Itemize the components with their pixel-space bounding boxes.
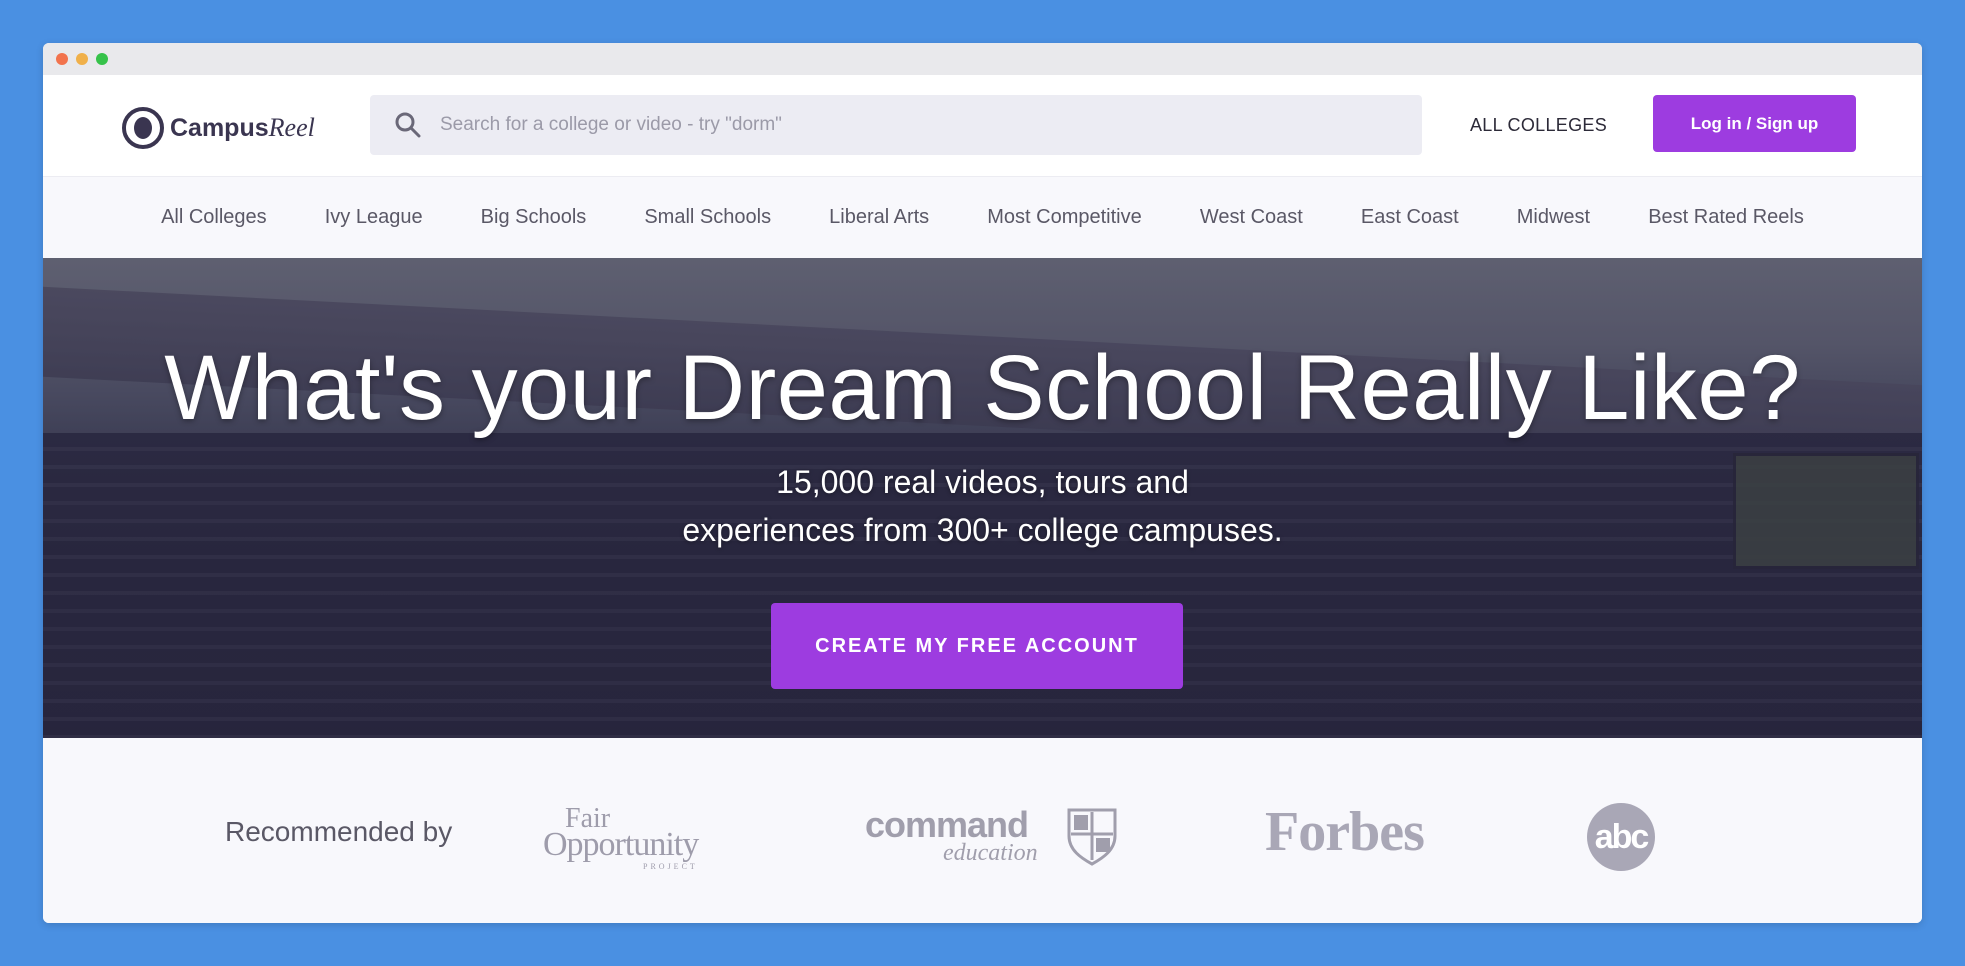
category-nav: All Colleges Ivy League Big Schools Smal… <box>43 177 1922 258</box>
camera-lens-icon <box>122 107 164 149</box>
command-logo-line2: education <box>943 840 1038 866</box>
category-best-rated-reels[interactable]: Best Rated Reels <box>1648 206 1804 229</box>
minimize-window-button[interactable] <box>76 53 88 65</box>
logo-text: CampusReel <box>170 113 315 143</box>
logo-text-italic: Reel <box>268 113 315 142</box>
search-input[interactable] <box>438 113 1342 137</box>
forbes-logo: Forbes <box>1265 801 1425 863</box>
category-most-competitive[interactable]: Most Competitive <box>987 206 1142 229</box>
category-liberal-arts[interactable]: Liberal Arts <box>829 206 929 229</box>
category-big-schools[interactable]: Big Schools <box>481 206 587 229</box>
category-small-schools[interactable]: Small Schools <box>644 206 771 229</box>
abc-logo: abc <box>1587 803 1655 871</box>
campusreel-logo[interactable]: CampusReel <box>122 105 315 151</box>
command-education-shield-icon <box>1067 808 1117 866</box>
hero-subtitle: 15,000 real videos, tours and experience… <box>43 458 1922 554</box>
command-education-logo: command education <box>865 804 1038 866</box>
recommended-by-label: Recommended by <box>225 816 453 847</box>
browser-window: CampusReel ALL COLLEGES Log in / Sign up… <box>43 43 1922 923</box>
close-window-button[interactable] <box>56 53 68 65</box>
hero-section: What's your Dream School Really Like? 15… <box>43 258 1922 738</box>
category-east-coast[interactable]: East Coast <box>1361 206 1459 229</box>
maximize-window-button[interactable] <box>96 53 108 65</box>
hero-subtitle-line2: experiences from 300+ college campuses. <box>682 512 1283 548</box>
recommended-by-section: Recommended by Fair Opportunity PROJECT … <box>43 738 1922 923</box>
site-header: CampusReel ALL COLLEGES Log in / Sign up <box>43 75 1922 177</box>
search-bar[interactable] <box>370 95 1422 155</box>
category-ivy-league[interactable]: Ivy League <box>325 206 423 229</box>
category-all-colleges[interactable]: All Colleges <box>161 206 267 229</box>
fair-opportunity-project-logo: Fair Opportunity PROJECT <box>543 805 699 880</box>
search-icon <box>395 112 421 138</box>
create-account-button[interactable]: CREATE MY FREE ACCOUNT <box>771 603 1183 689</box>
title-bar <box>43 43 1922 75</box>
category-midwest[interactable]: Midwest <box>1517 206 1590 229</box>
command-logo-line1: command <box>865 804 1029 845</box>
all-colleges-link[interactable]: ALL COLLEGES <box>1470 115 1607 136</box>
logo-text-bold: Campus <box>170 114 269 142</box>
hero-title: What's your Dream School Really Like? <box>164 337 1801 439</box>
login-signup-button[interactable]: Log in / Sign up <box>1653 95 1856 152</box>
category-west-coast[interactable]: West Coast <box>1200 206 1303 229</box>
hero-subtitle-line1: 15,000 real videos, tours and <box>776 464 1189 500</box>
